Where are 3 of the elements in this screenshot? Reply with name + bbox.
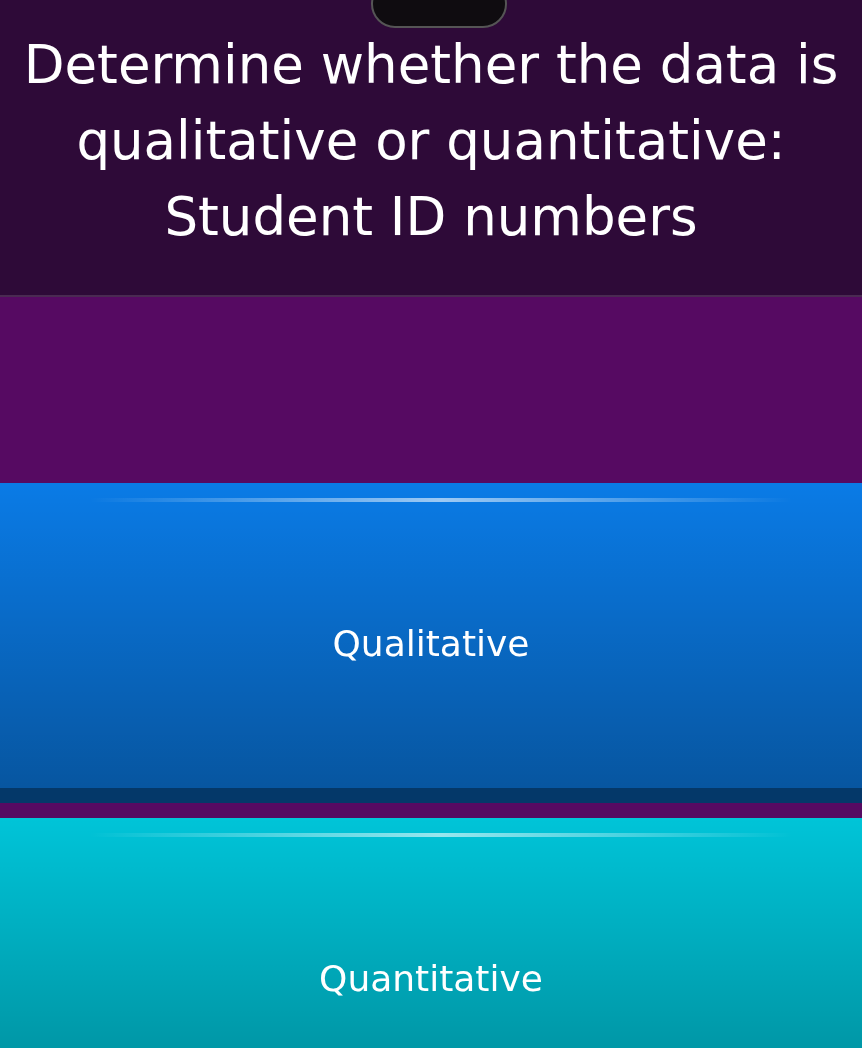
- answer-button[interactable]: Quantitative: [0, 818, 862, 1048]
- answer-button[interactable]: Qualitative: [0, 483, 862, 803]
- question-text: Determine whether the data is qualitative or quantitative: Student ID numbers: [22, 33, 840, 249]
